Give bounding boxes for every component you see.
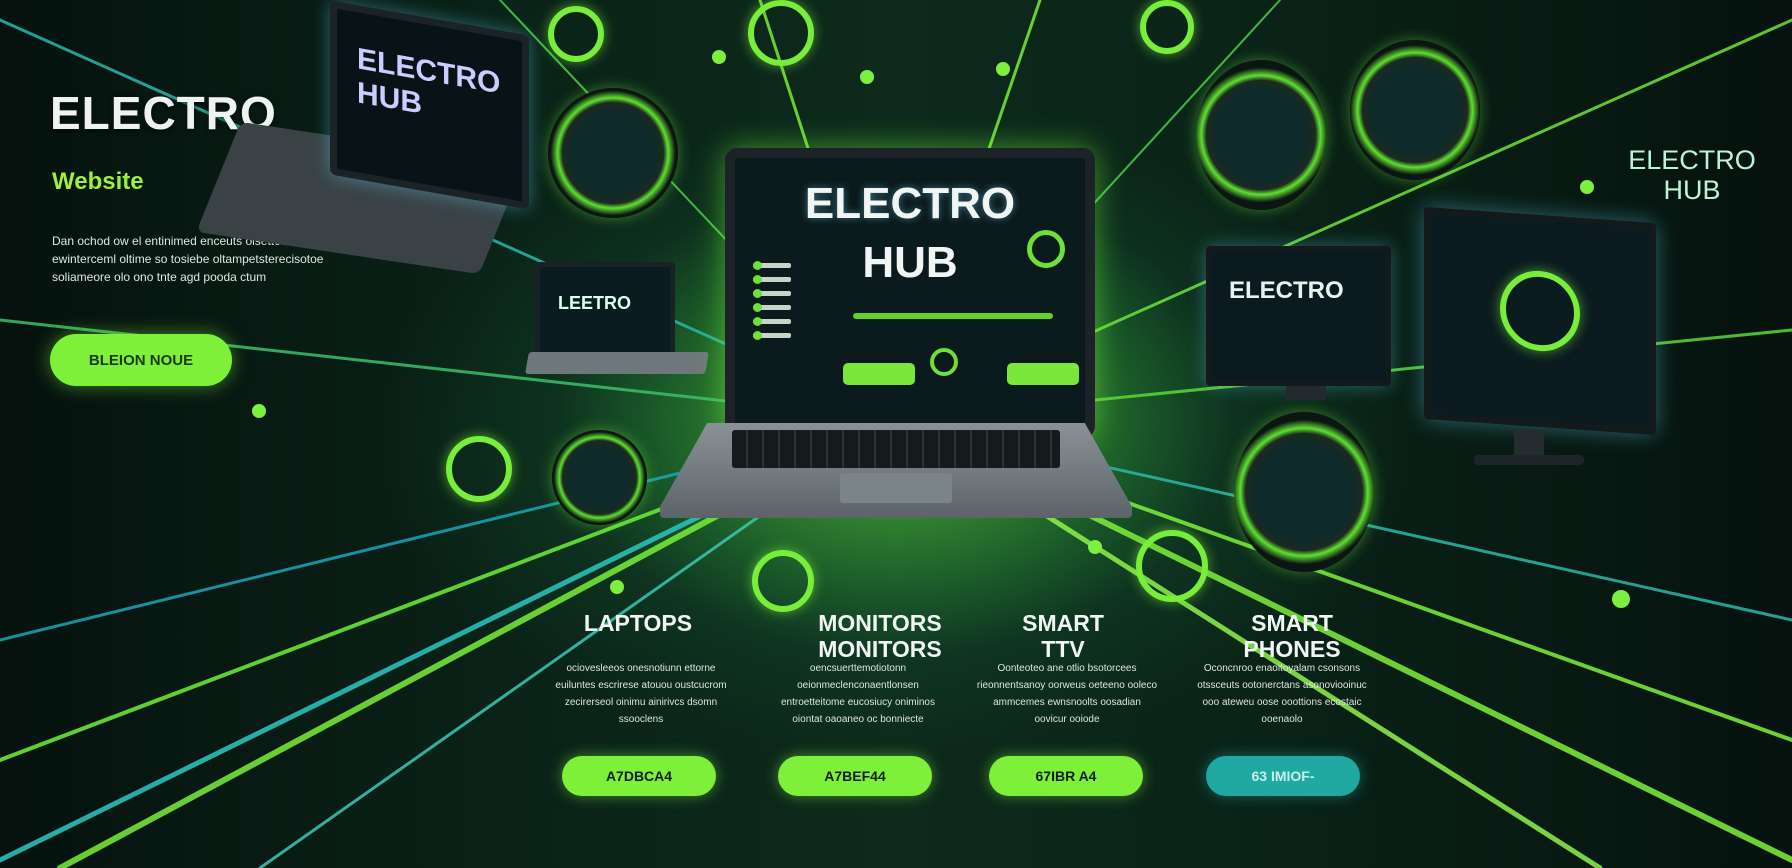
category-button-smart-tv[interactable]: 67IBR A4 [989, 756, 1143, 796]
screen-button [843, 363, 915, 385]
ring-icon [548, 6, 604, 62]
category-title-line1: SMART [1251, 610, 1333, 636]
laptop-small-screen: LEETRO [535, 262, 675, 357]
laptop-top-left-image: ELECTRO HUB [196, 0, 540, 275]
monitor-image: ELECTRO [1206, 246, 1391, 400]
hero-banner: ELECTRO Website Dan ochod ow el entinime… [0, 0, 1792, 868]
brand-right-line1: ELECTRO [1628, 145, 1756, 175]
main-laptop-screen: ELECTRO HUB [725, 148, 1095, 438]
category-desc-smart-phones: Oconcnroo enaoitoyalam csonsons otssceut… [1197, 663, 1367, 725]
brand-subtitle: Website [52, 168, 144, 195]
smartwatch-large-image [1234, 412, 1374, 572]
category-title-smart-phones: SMART PHONES [1212, 610, 1372, 662]
main-laptop-image: ELECTRO HUB [660, 148, 1132, 518]
category-desc-monitors: oencsuerttemotiotonn oeionmeclenconaentl… [781, 663, 935, 725]
screen-menu-item [753, 331, 791, 340]
glow-dot [1580, 180, 1594, 194]
category-button-laptops[interactable]: A7DBCA4 [562, 756, 716, 796]
ring-icon [1136, 530, 1208, 602]
glow-dot [1088, 540, 1102, 554]
screen-menu-item [753, 275, 791, 284]
glow-dot [996, 62, 1010, 76]
category-button-smart-phones[interactable]: 63 IMIOF- [1206, 756, 1360, 796]
screen-menu [753, 261, 791, 347]
screen-ring-icon [930, 348, 958, 376]
glow-dot [252, 404, 266, 418]
category-button-monitors[interactable]: A7BEF44 [778, 756, 932, 796]
hero-cta-button[interactable]: BLEION NOUE [50, 334, 232, 386]
screen-menu-item [753, 261, 791, 270]
smartwatch-image [548, 88, 678, 218]
monitor-large-base [1474, 455, 1584, 465]
ring-icon [446, 436, 512, 502]
category-title-smart-tv: SMART TTV [1003, 610, 1123, 662]
monitor-ring-icon [1500, 268, 1580, 354]
category-title-line2: PHONES [1243, 636, 1341, 662]
category-title-text: LAPTOPS [583, 610, 693, 636]
laptop-small-label: LEETRO [558, 293, 632, 313]
category-title-line1: SMART [1022, 610, 1104, 636]
screen-highlight-bar [853, 313, 1053, 319]
screen-ring-icon [1027, 230, 1065, 268]
smartwatch-image [1196, 60, 1326, 210]
monitor-stand [1286, 386, 1326, 400]
category-title-line2: MONITORS [818, 636, 942, 662]
monitor-large-screen [1424, 206, 1656, 436]
monitor-screen-label: ELECTRO [1229, 277, 1344, 304]
category-title-line2: TTV [1041, 636, 1085, 662]
smartwatch-image [552, 430, 647, 525]
screen-menu-item [753, 303, 791, 312]
category-title-laptops: LAPTOPS [558, 610, 718, 636]
smartwatch-image [1350, 40, 1480, 180]
screen-menu-item [753, 317, 791, 326]
ring-icon [752, 550, 814, 612]
brand-right-logo: ELECTRO HUB [1622, 145, 1762, 205]
category-desc-laptops: ociovesleeos onesnotiunn ettorne euilunt… [555, 663, 727, 725]
screen-button [1007, 363, 1079, 385]
brand-right-line2: HUB [1663, 175, 1721, 205]
main-laptop-trackpad [840, 473, 952, 503]
ring-icon [748, 0, 814, 66]
glow-dot [712, 50, 726, 64]
glow-dot [1612, 590, 1630, 608]
main-laptop-keys [732, 430, 1060, 468]
category-title-monitors: MONITORS MONITORS [790, 610, 970, 662]
ring-icon [1140, 0, 1194, 54]
monitor-large-image [1424, 206, 1656, 465]
monitor-screen: ELECTRO [1206, 246, 1391, 386]
screen-menu-item [753, 289, 791, 298]
category-desc-smart-tv: Oonteoteo ane otlio bsotorcees rieonnent… [976, 663, 1158, 725]
laptop-screen: ELECTRO HUB [330, 0, 529, 210]
glow-dot [610, 580, 624, 594]
main-screen-title: ELECTRO [804, 179, 1016, 228]
laptop-screen-label: ELECTRO HUB [357, 42, 501, 121]
category-title-line1: MONITORS [818, 610, 942, 636]
glow-dot [860, 70, 874, 84]
